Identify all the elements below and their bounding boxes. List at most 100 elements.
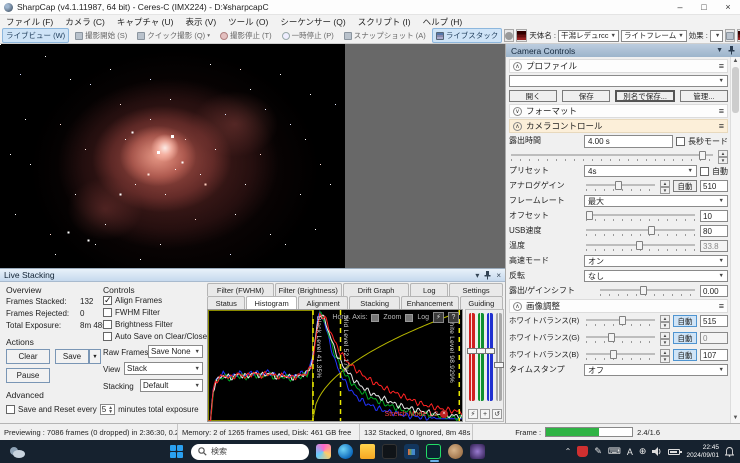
brightness-filter-checkbox[interactable]: Brightness Filter [103, 320, 173, 329]
menu-camera[interactable]: カメラ (C) [59, 16, 111, 28]
maximize-button[interactable]: □ [692, 0, 716, 14]
preset-select[interactable]: 4s▼ [584, 165, 697, 177]
auto-stretch-icon[interactable]: ⚡ [468, 409, 478, 419]
framerate-select[interactable]: 最大▼ [584, 195, 728, 207]
long-exposure-checkbox[interactable]: 長秒モード [676, 136, 728, 147]
save-reset-checkbox[interactable]: Save and Reset every 5▲▼ minutes total e… [6, 404, 199, 415]
panel-close-icon[interactable]: × [496, 271, 501, 280]
wb-g-stepper[interactable]: ▲▼ [660, 332, 670, 345]
notification-bell-icon[interactable] [725, 447, 734, 457]
wb-b-stepper[interactable]: ▲▼ [660, 349, 670, 362]
save-button[interactable]: Save [55, 349, 89, 364]
fine-adjust-icon[interactable]: + [480, 409, 490, 419]
tab-enhancement[interactable]: Enhancement [401, 296, 459, 309]
fwhm-filter-checkbox[interactable]: FWHM Filter [103, 308, 160, 317]
ime-indicator[interactable]: A [627, 447, 633, 457]
green-channel-slider[interactable] [478, 313, 484, 401]
preset-auto-checkbox[interactable]: 自動 [700, 166, 728, 177]
help-icon[interactable]: ? [448, 312, 459, 323]
wb-r-auto-button[interactable]: 自動 [673, 315, 697, 327]
gain-slider[interactable] [584, 179, 657, 193]
snapshot-button[interactable]: スナップショット (A) [340, 28, 430, 43]
section-menu-icon[interactable]: ≡ [719, 61, 724, 71]
view-select[interactable]: Stack▼ [124, 362, 203, 375]
sidebar-scrollbar[interactable]: ▲ ▼ [730, 57, 740, 423]
stretch-reset-icon[interactable]: × [440, 410, 448, 418]
exposure-gain-shift-slider[interactable] [598, 284, 697, 298]
usb-speed-value[interactable]: 80 [700, 225, 728, 237]
menu-view[interactable]: 表示 (V) [179, 16, 222, 28]
blue-channel-slider[interactable] [487, 313, 493, 401]
planet-app-icon[interactable] [448, 444, 463, 459]
tab-stacking[interactable]: Stacking [349, 296, 400, 309]
camera-control-section-header[interactable]: ∧ カメラコントロール ≡ [509, 119, 728, 133]
usb-speed-slider[interactable] [584, 224, 697, 238]
mini-histogram-button[interactable] [516, 29, 527, 42]
effects-select[interactable]: ▼ [710, 30, 723, 42]
battery-icon[interactable] [668, 449, 680, 455]
flip-select[interactable]: なし▼ [584, 270, 728, 282]
edge-icon[interactable] [338, 444, 353, 459]
start-button[interactable] [170, 445, 184, 459]
wb-g-auto-button[interactable]: 自動 [673, 332, 697, 344]
minutes-stepper[interactable]: 5▲▼ [100, 404, 115, 415]
quick-capture-button[interactable]: クイック撮影 (Q)▾ [133, 28, 214, 43]
section-menu-icon[interactable]: ≡ [719, 121, 724, 131]
stop-capture-button[interactable]: 撮影停止 (T) [216, 28, 276, 43]
volume-icon[interactable] [652, 447, 662, 456]
antivirus-shield-icon[interactable] [577, 446, 588, 457]
pin-icon[interactable] [728, 46, 735, 55]
object-name-select[interactable]: 干潟レデュrcc▼ [558, 30, 619, 42]
wb-g-value[interactable]: 0 [700, 332, 728, 344]
tab-filter-fwhm[interactable]: Filter (FWHM) [207, 283, 274, 296]
profile-open-button[interactable]: 開く [509, 90, 557, 102]
tab-log[interactable]: Log [410, 283, 448, 296]
profile-save-button[interactable]: 保存 [562, 90, 610, 102]
sharpcap-icon[interactable] [426, 444, 441, 459]
network-icon[interactable]: ⊕ [639, 446, 647, 457]
menu-script[interactable]: スクリプト (I) [352, 16, 417, 28]
profile-save-as-button[interactable]: 別名で保存... [615, 90, 674, 102]
exposure-gain-shift-value[interactable]: 0.00 [700, 285, 728, 297]
colour-space-button[interactable] [504, 29, 514, 42]
search-input[interactable]: 検索 [191, 444, 309, 460]
profile-section-header[interactable]: ∧ プロファイル ≡ [509, 59, 728, 73]
format-section-header[interactable]: ∨ フォーマット ≡ [509, 104, 728, 118]
luma-slider-thumb[interactable] [494, 362, 504, 368]
menu-help[interactable]: ヘルプ (H) [417, 16, 469, 28]
exposure-slider[interactable] [509, 149, 715, 163]
blue-slider-thumb[interactable] [485, 348, 495, 354]
file-explorer-icon[interactable] [360, 444, 375, 459]
tab-guiding[interactable]: Guiding [460, 296, 503, 309]
tab-histogram[interactable]: Histogram [246, 296, 297, 309]
live-view-button[interactable]: ライブビュー (W) [2, 28, 69, 43]
menu-tools[interactable]: ツール (O) [222, 16, 274, 28]
keyboard-icon[interactable]: ⌨ [608, 446, 621, 457]
clear-button[interactable]: Clear [6, 349, 50, 364]
tab-status[interactable]: Status [207, 296, 245, 309]
offset-value[interactable]: 10 [700, 210, 728, 222]
frame-type-select[interactable]: ライトフレーム▼ [621, 30, 687, 42]
histogram-plot[interactable]: Horiz. Axis: Zoom Log ⚡ ? Black Level 41… [207, 309, 463, 422]
stacking-select[interactable]: Default▼ [140, 379, 203, 392]
clock[interactable]: 22:452024/09/01 [686, 444, 719, 460]
camera-preview[interactable] [0, 44, 505, 268]
reset-icon[interactable]: ↺ [492, 409, 502, 419]
tab-drift-graph[interactable]: Drift Graph [343, 283, 410, 296]
zoom-checkbox[interactable] [371, 314, 379, 322]
wb-g-slider[interactable] [584, 331, 657, 345]
wb-b-value[interactable]: 107 [700, 349, 728, 361]
gain-stepper[interactable]: ▲▼ [660, 180, 670, 193]
profile-select[interactable]: ▼ [509, 75, 728, 87]
luma-channel-slider[interactable] [496, 313, 502, 401]
panel-menu-icon[interactable]: ▾ [475, 271, 479, 280]
colorful-app-icon[interactable] [316, 444, 331, 459]
gain-auto-button[interactable]: 自動 [673, 180, 697, 192]
pin-icon[interactable] [484, 271, 491, 280]
wb-b-auto-button[interactable]: 自動 [673, 349, 697, 361]
weather-icon[interactable] [8, 445, 26, 459]
offset-slider[interactable] [584, 209, 697, 223]
log-checkbox[interactable] [405, 314, 413, 322]
scroll-down-icon[interactable]: ▼ [731, 414, 740, 423]
start-capture-button[interactable]: 撮影開始 (S) [71, 28, 131, 43]
